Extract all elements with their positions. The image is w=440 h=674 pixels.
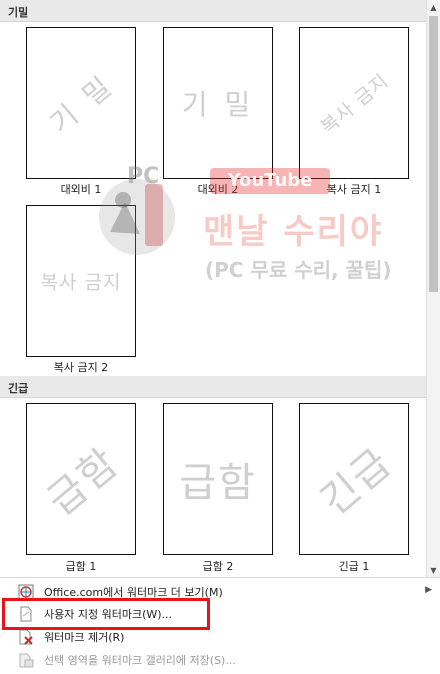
watermark-thumb-asap-2[interactable]: 급함 [163,403,273,555]
watermark-thumb-confidential-2[interactable]: 기 밀 [163,27,273,179]
gallery-scrollbar[interactable]: ▲ ▼ [426,0,440,577]
highlight-annotation-box [2,598,210,630]
watermark-caption: 긴급 1 [338,560,370,573]
scroll-up-arrow-icon[interactable]: ▲ [427,0,440,14]
watermark-preview-text: 급함 [39,439,129,525]
watermark-preview-text: 기 밀 [181,88,255,121]
menu-item-label: 선택 영역을 워터마크 갤러리에 저장(S)... [44,654,236,667]
remove-watermark-icon [18,629,34,645]
watermark-thumb-do-not-copy-1[interactable]: 복사 금지 [299,27,409,179]
watermark-caption: 복사 금지 1 [326,183,382,196]
watermark-preview-text: 급함 [179,460,257,506]
watermark-preview-text: 기 밀 [43,68,121,141]
save-to-gallery-icon [18,652,34,668]
watermark-caption: 급함 2 [202,560,234,573]
section-label: 긴급 [8,382,29,395]
submenu-arrow-icon: ▶ [425,585,432,595]
watermark-thumb-do-not-copy-2[interactable]: 복사 금지 [26,205,136,357]
section-header-confidential: 기밀 [0,0,426,22]
save-to-gallery-item[interactable]: 선택 영역을 워터마크 갤러리에 저장(S)... [0,649,440,671]
watermark-preview-text: 복사 금지 [316,69,394,139]
watermark-caption: 급함 1 [65,560,97,573]
watermark-thumb-asap-1[interactable]: 급함 [26,403,136,555]
section-header-urgent: 긴급 [0,376,426,398]
watermark-preview-text: 복사 금지 [40,271,122,294]
watermark-caption: 대외비 2 [197,183,239,196]
watermark-caption: 대외비 1 [60,183,102,196]
watermark-gallery: 기밀 기 밀 대외비 1 기 밀 대외비 2 복사 금지 복사 금지 1 복사 … [0,0,426,577]
section-label: 기밀 [8,6,29,19]
menu-item-label: 워터마크 제거(R) [44,631,125,644]
scroll-down-arrow-icon[interactable]: ▼ [427,563,440,577]
scrollbar-thumb[interactable] [429,16,438,292]
watermark-thumb-urgent-1[interactable]: 긴급 [299,403,409,555]
watermark-preview-text: 긴급 [312,439,402,525]
watermark-caption: 복사 금지 2 [53,361,109,374]
watermark-thumb-confidential-1[interactable]: 기 밀 [26,27,136,179]
